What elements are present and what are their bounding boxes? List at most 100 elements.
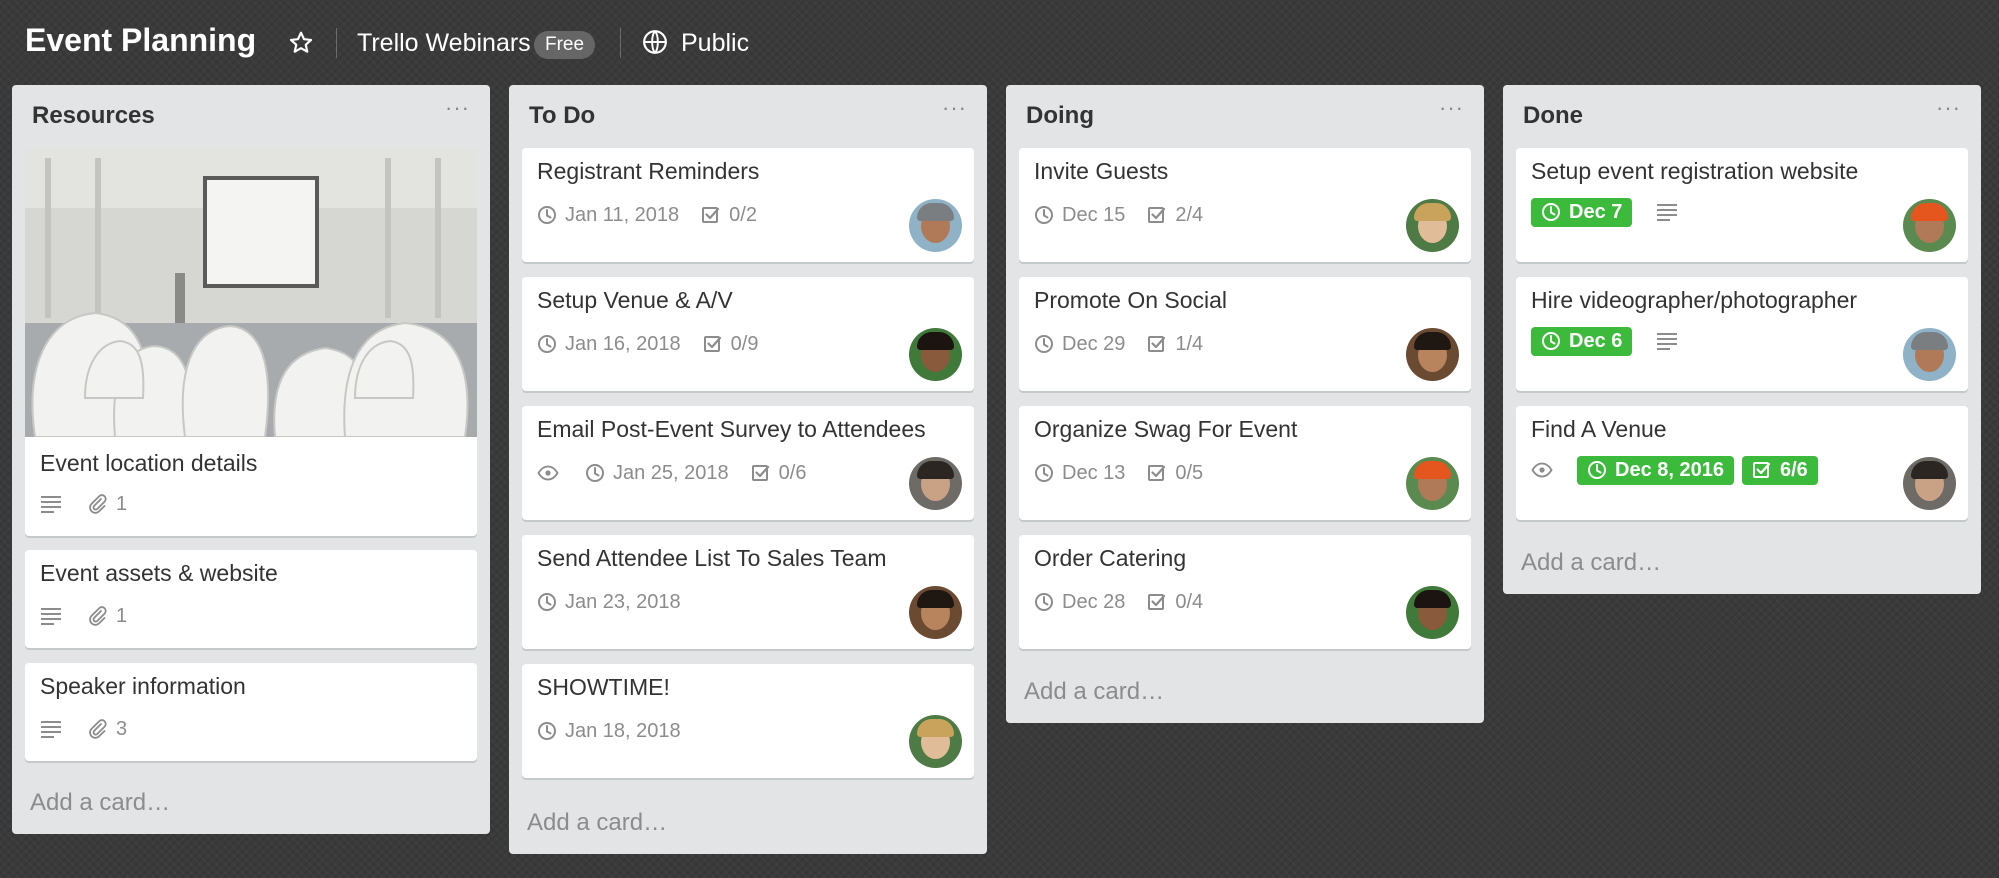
add-card-button[interactable]: Add a card… <box>1024 678 1164 706</box>
avatar[interactable] <box>909 328 962 381</box>
due-date-badge: Jan 18, 2018 <box>537 720 681 743</box>
clock-icon <box>537 721 557 741</box>
list-menu-button[interactable]: ··· <box>942 95 967 121</box>
due-date-badge: Dec 15 <box>1034 204 1125 227</box>
avatar[interactable] <box>1903 328 1956 381</box>
board-title[interactable]: Event Planning <box>25 22 256 59</box>
card-badges: Dec 6 <box>1531 325 1704 357</box>
list-card[interactable]: Find A Venue Dec 8, 2016 6/6 <box>1516 406 1968 520</box>
checklist-icon <box>1147 334 1167 354</box>
clock-icon <box>537 334 557 354</box>
avatar[interactable] <box>909 586 962 639</box>
avatar[interactable] <box>909 457 962 510</box>
list-title[interactable]: Done <box>1523 102 1583 130</box>
team-name[interactable]: Trello Webinars <box>357 29 531 58</box>
add-card-button[interactable]: Add a card… <box>527 809 667 837</box>
avatar[interactable] <box>909 199 962 252</box>
star-icon[interactable] <box>288 30 314 56</box>
avatar[interactable] <box>1406 586 1459 639</box>
card-badges: Dec 7 <box>1531 196 1704 228</box>
card-badges: Dec 15 2/4 <box>1034 199 1225 231</box>
card-title: Promote On Social <box>1034 287 1228 313</box>
list-card[interactable]: Send Attendee List To Sales Team Jan 23,… <box>522 535 974 649</box>
attachment-count: 1 <box>116 604 128 627</box>
card-title: Invite Guests <box>1034 158 1169 184</box>
card-title: Send Attendee List To Sales Team <box>537 545 887 571</box>
card-badges: Dec 13 0/5 <box>1034 457 1225 489</box>
attachment-badge: 1 <box>88 493 127 516</box>
due-date-complete-badge: Dec 8, 2016 <box>1577 455 1734 485</box>
list-to-do: To Do ··· Registrant Reminders Jan 11, 2… <box>509 85 987 854</box>
checklist-badge: 0/4 <box>1147 591 1203 614</box>
checklist-icon <box>751 463 771 483</box>
description-icon <box>40 719 70 739</box>
due-date-badge: Dec 13 <box>1034 462 1125 485</box>
card-badges: Jan 18, 2018 <box>537 715 703 747</box>
list-card[interactable]: Promote On Social Dec 29 1/4 <box>1019 277 1471 391</box>
list-card[interactable]: Order Catering Dec 28 0/4 <box>1019 535 1471 649</box>
plan-badge: Free <box>534 31 596 59</box>
card-title: Organize Swag For Event <box>1034 416 1298 442</box>
list-title[interactable]: Resources <box>32 102 155 130</box>
due-date-badge: Jan 11, 2018 <box>537 204 679 227</box>
list-card[interactable]: Setup Venue & A/V Jan 16, 2018 0/9 <box>522 277 974 391</box>
list-card[interactable]: SHOWTIME! Jan 18, 2018 <box>522 664 974 778</box>
list-title[interactable]: To Do <box>529 102 595 130</box>
add-card-button[interactable]: Add a card… <box>30 789 170 817</box>
description-icon <box>40 494 70 514</box>
clock-icon <box>1034 592 1054 612</box>
checklist-icon <box>703 334 723 354</box>
checklist-icon <box>1752 460 1772 480</box>
avatar[interactable] <box>1903 457 1956 510</box>
list-card[interactable]: Email Post-Event Survey to Attendees Jan… <box>522 406 974 520</box>
avatar[interactable] <box>1406 328 1459 381</box>
clock-icon <box>1034 205 1054 225</box>
due-date-complete-badge: Dec 7 <box>1531 197 1633 227</box>
checklist-badge: 2/4 <box>1147 204 1203 227</box>
list-title[interactable]: Doing <box>1026 102 1094 130</box>
list-card[interactable]: Hire videographer/photographer Dec 6 <box>1516 277 1968 391</box>
card-badges: 1 <box>40 488 149 520</box>
card-badges: Dec 8, 2016 6/6 <box>1531 454 1826 486</box>
clock-icon <box>585 463 605 483</box>
list-menu-button[interactable]: ··· <box>445 95 470 121</box>
clock-icon <box>1034 334 1054 354</box>
checklist-badge: 0/2 <box>701 204 757 227</box>
card-badges: Dec 28 0/4 <box>1034 586 1225 618</box>
card-title: Hire videographer/photographer <box>1531 287 1858 313</box>
paperclip-icon <box>88 494 108 514</box>
list-menu-button[interactable]: ··· <box>1936 95 1961 121</box>
list-card[interactable]: Speaker information 3 <box>25 663 477 761</box>
checklist-icon <box>1147 592 1167 612</box>
list-card[interactable]: Organize Swag For Event Dec 13 0/5 <box>1019 406 1471 520</box>
avatar[interactable] <box>1406 457 1459 510</box>
checklist-icon <box>1147 463 1167 483</box>
visibility-button[interactable]: Public <box>681 29 749 58</box>
globe-icon[interactable] <box>642 29 668 55</box>
card-badges: 1 <box>40 600 149 632</box>
add-card-button[interactable]: Add a card… <box>1521 549 1661 577</box>
card-badges: Jan 25, 2018 0/6 <box>537 457 828 489</box>
card-title: Event assets & website <box>40 560 278 586</box>
watch-icon <box>1531 460 1561 480</box>
avatar[interactable] <box>909 715 962 768</box>
card-title: Order Catering <box>1034 545 1187 571</box>
list-card[interactable]: Setup event registration website Dec 7 <box>1516 148 1968 262</box>
avatar[interactable] <box>1406 199 1459 252</box>
board-header: Event Planning Trello Webinars Free Publ… <box>0 0 1999 86</box>
card-cover-image <box>25 148 477 437</box>
avatar[interactable] <box>1903 199 1956 252</box>
paperclip-icon <box>88 606 108 626</box>
due-date-badge: Jan 16, 2018 <box>537 333 681 356</box>
checklist-badge: 0/9 <box>703 333 758 356</box>
clock-icon <box>1541 331 1561 351</box>
due-date-complete-badge: Dec 6 <box>1531 326 1633 356</box>
description-icon <box>1656 202 1686 222</box>
checklist-complete-badge: 6/6 <box>1741 455 1818 485</box>
list-menu-button[interactable]: ··· <box>1439 95 1464 121</box>
list-card[interactable]: Registrant Reminders Jan 11, 2018 0/2 <box>522 148 974 262</box>
card-badges: Dec 29 1/4 <box>1034 328 1225 360</box>
list-card[interactable]: Invite Guests Dec 15 2/4 <box>1019 148 1471 262</box>
list-card[interactable]: Event location details 1 <box>25 148 477 536</box>
list-card[interactable]: Event assets & website 1 <box>25 550 477 648</box>
